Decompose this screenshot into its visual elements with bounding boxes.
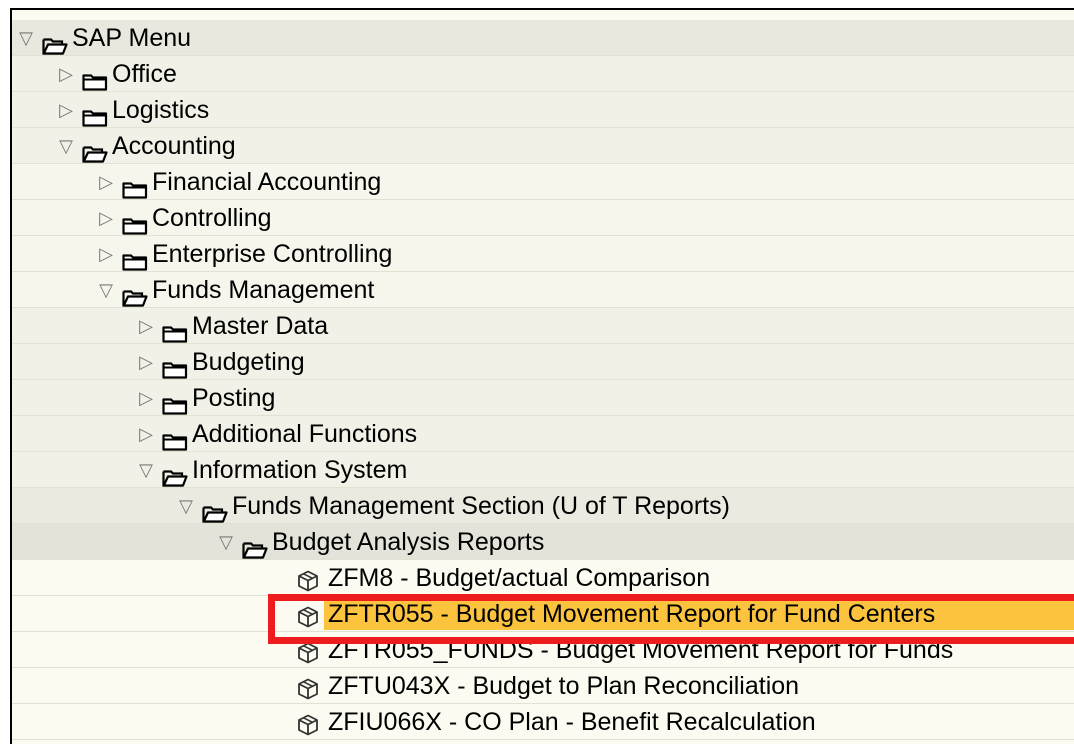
tree-transaction-zftu043x-budget-to-plan-reconciliation[interactable]: ZFTU043X - Budget to Plan Reconciliation	[12, 668, 1074, 704]
collapsed-triangle-icon[interactable]: ▷	[96, 200, 116, 236]
tree-folder-master-data[interactable]: ▷ Master Data	[12, 308, 1074, 344]
collapsed-triangle-icon[interactable]: ▷	[56, 56, 76, 92]
open-folder-icon	[202, 497, 228, 523]
open-folder-icon	[42, 29, 68, 55]
folder-icon	[82, 101, 108, 127]
expanded-triangle-icon[interactable]: ▽	[216, 524, 236, 560]
tree-item-label: Budgeting	[192, 348, 305, 376]
collapsed-triangle-icon[interactable]: ▷	[96, 236, 116, 272]
folder-icon	[162, 389, 188, 415]
tree-folder-information-system[interactable]: ▽ Information System	[12, 452, 1074, 488]
open-folder-icon	[82, 137, 108, 163]
tree-folder-posting[interactable]: ▷ Posting	[12, 380, 1074, 416]
expanded-triangle-icon[interactable]: ▽	[136, 452, 156, 488]
tree-folder-budgeting[interactable]: ▷ Budgeting	[12, 344, 1074, 380]
tree-item-label: Accounting	[112, 132, 236, 160]
tree-item-label: Budget Analysis Reports	[272, 528, 545, 556]
tree-folder-additional-functions[interactable]: ▷ Additional Functions	[12, 416, 1074, 452]
tree-folder-accounting[interactable]: ▽ Accounting	[12, 128, 1074, 164]
tree-folder-controlling[interactable]: ▷ Controlling	[12, 200, 1074, 236]
open-folder-icon	[162, 461, 188, 487]
collapsed-triangle-icon[interactable]: ▷	[136, 416, 156, 452]
collapsed-triangle-icon[interactable]: ▷	[136, 344, 156, 380]
tree-item-label: ZFM8 - Budget/actual Comparison	[328, 564, 711, 592]
tree-item-label: Posting	[192, 384, 276, 412]
collapsed-triangle-icon[interactable]: ▷	[96, 164, 116, 200]
tree-folder-sap-menu[interactable]: ▽ SAP Menu	[12, 20, 1074, 56]
folder-icon	[122, 245, 148, 271]
tree-item-label: Additional Functions	[192, 420, 418, 448]
tree-item-label: Enterprise Controlling	[152, 240, 393, 268]
expanded-triangle-icon[interactable]: ▽	[16, 20, 36, 56]
tree-folder-budget-analysis-reports[interactable]: ▽ Budget Analysis Reports	[12, 524, 1074, 560]
tree-folder-enterprise-controlling[interactable]: ▷ Enterprise Controlling	[12, 236, 1074, 272]
tree-item-label: Financial Accounting	[152, 168, 382, 196]
tree-transaction-zfm8-budget-actual-comparison[interactable]: ZFM8 - Budget/actual Comparison	[12, 560, 1074, 596]
tree-item-label: Funds Management Section (U of T Reports…	[232, 492, 730, 520]
folder-icon	[122, 173, 148, 199]
collapsed-triangle-icon[interactable]: ▷	[56, 92, 76, 128]
annotation-highlight-box	[268, 594, 1074, 644]
open-folder-icon	[122, 281, 148, 307]
folder-icon	[162, 353, 188, 379]
tree-item-label: Controlling	[152, 204, 272, 232]
tree-item-label: Information System	[192, 456, 408, 484]
folder-icon	[82, 65, 108, 91]
tree-item-label: Master Data	[192, 312, 329, 340]
open-folder-icon	[242, 533, 268, 559]
tree-item-label: Funds Management	[152, 276, 375, 304]
expanded-triangle-icon[interactable]: ▽	[56, 128, 76, 164]
transaction-cube-icon	[296, 567, 320, 592]
collapsed-triangle-icon[interactable]: ▷	[136, 308, 156, 344]
folder-icon	[162, 425, 188, 451]
transaction-cube-icon	[296, 711, 320, 736]
tree-item-label: ZFIU066X - CO Plan - Benefit Recalculati…	[328, 708, 816, 736]
expanded-triangle-icon[interactable]: ▽	[176, 488, 196, 524]
tree-item-label: SAP Menu	[72, 24, 192, 52]
tree-item-label: Logistics	[112, 96, 210, 124]
folder-icon	[122, 209, 148, 235]
tree-folder-funds-management[interactable]: ▽ Funds Management	[12, 272, 1074, 308]
folder-icon	[162, 317, 188, 343]
tree-folder-office[interactable]: ▷ Office	[12, 56, 1074, 92]
collapsed-triangle-icon[interactable]: ▷	[136, 380, 156, 416]
tree-item-label: Office	[112, 60, 177, 88]
transaction-cube-icon	[296, 675, 320, 700]
tree-folder-funds-management-section-u-of-t-reports[interactable]: ▽ Funds Management Section (U of T Report…	[12, 488, 1074, 524]
tree-folder-financial-accounting[interactable]: ▷ Financial Accounting	[12, 164, 1074, 200]
tree-transaction-zfiu066x-co-plan-benefit-recalculation[interactable]: ZFIU066X - CO Plan - Benefit Recalculati…	[12, 704, 1074, 740]
tree-folder-logistics[interactable]: ▷ Logistics	[12, 92, 1074, 128]
expanded-triangle-icon[interactable]: ▽	[96, 272, 116, 308]
tree-item-label: ZFTU043X - Budget to Plan Reconciliation	[328, 672, 800, 700]
